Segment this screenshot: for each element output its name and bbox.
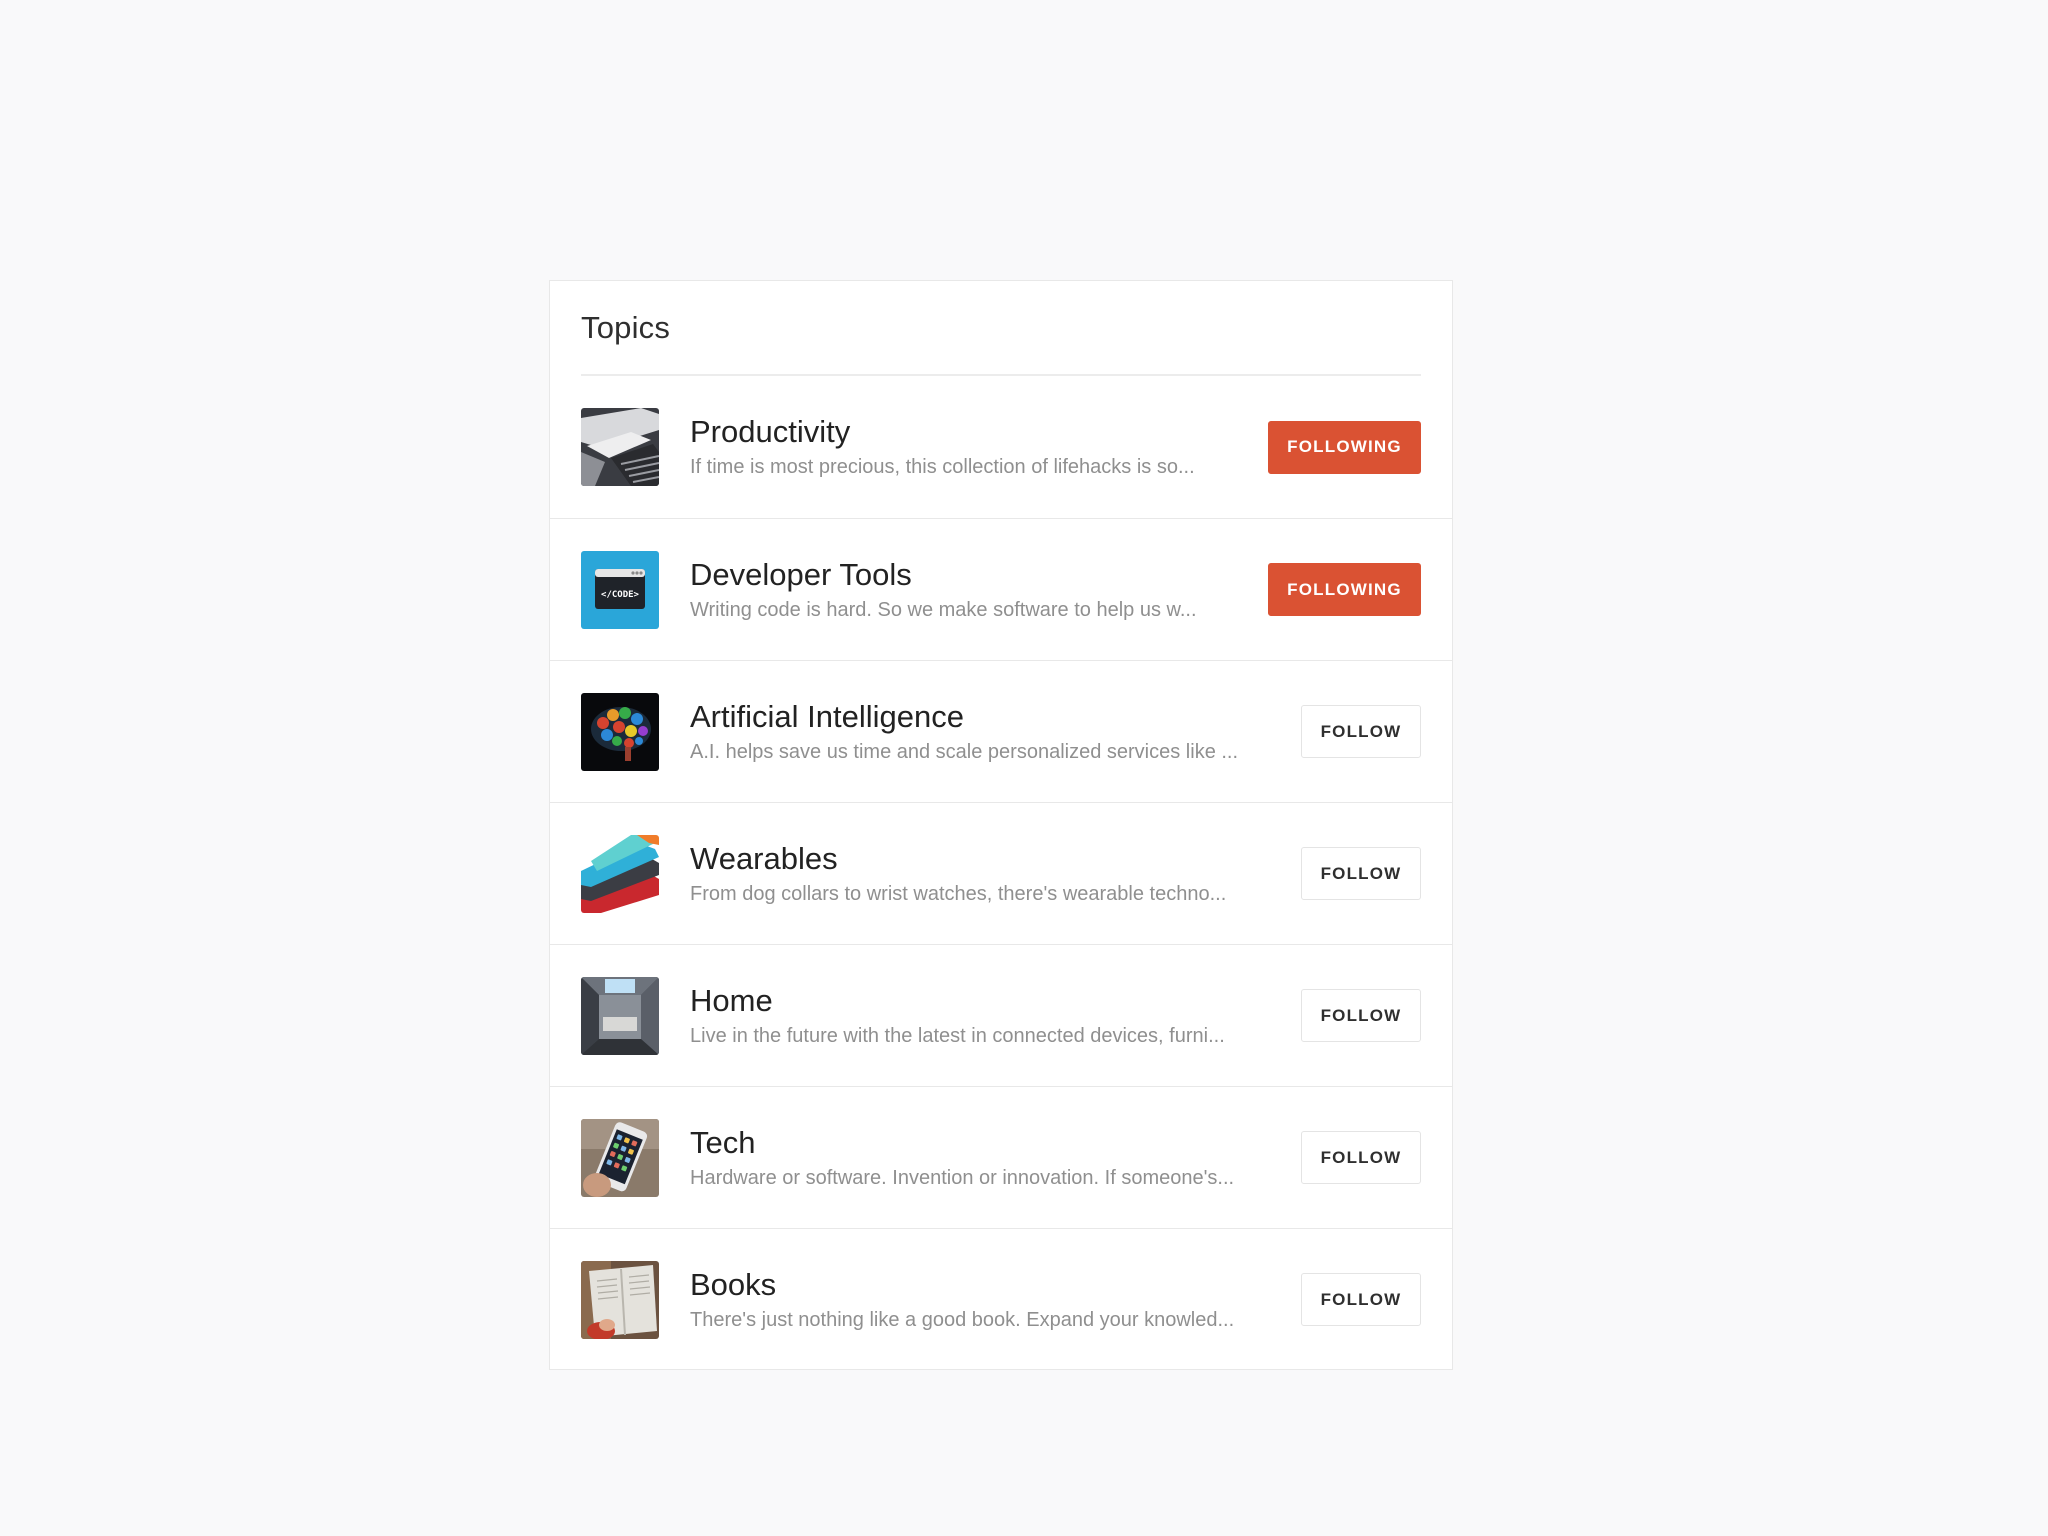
code-thumbnail-text: </CODE> xyxy=(601,590,640,600)
topic-name[interactable]: Books xyxy=(690,1266,1279,1304)
wearables-thumbnail[interactable] xyxy=(581,834,659,913)
topic-text: Tech Hardware or software. Invention or … xyxy=(690,1124,1279,1192)
follow-button[interactable]: FOLLOW xyxy=(1301,847,1421,900)
topic-text: Books There's just nothing like a good b… xyxy=(690,1266,1279,1334)
topic-text: Wearables From dog collars to wrist watc… xyxy=(690,840,1279,908)
page-title: Topics xyxy=(581,309,671,345)
artificial-intelligence-thumbnail[interactable] xyxy=(581,692,659,771)
books-thumbnail[interactable] xyxy=(581,1260,659,1339)
topic-row-developer-tools: </CODE> Developer Tools Writing code is … xyxy=(550,518,1452,660)
topic-list: Productivity If time is most precious, t… xyxy=(550,376,1452,1370)
topic-text: Artificial Intelligence A.I. helps save … xyxy=(690,698,1279,766)
developer-tools-thumbnail[interactable]: </CODE> xyxy=(581,550,659,629)
topic-row-tech: Tech Hardware or software. Invention or … xyxy=(550,1086,1452,1228)
topic-name[interactable]: Wearables xyxy=(690,840,1279,878)
topic-row-productivity: Productivity If time is most precious, t… xyxy=(550,376,1452,518)
home-thumbnail[interactable] xyxy=(581,976,659,1055)
topic-text: Productivity If time is most precious, t… xyxy=(690,413,1246,481)
topic-name[interactable]: Developer Tools xyxy=(690,556,1246,594)
topic-description: A.I. helps save us time and scale person… xyxy=(690,740,1239,763)
topic-description: Hardware or software. Invention or innov… xyxy=(690,1166,1235,1189)
topic-row-books: Books There's just nothing like a good b… xyxy=(550,1228,1452,1370)
topic-description: Live in the future with the latest in co… xyxy=(690,1024,1225,1047)
topic-name[interactable]: Home xyxy=(690,982,1279,1020)
follow-button[interactable]: FOLLOW xyxy=(1301,705,1421,758)
topic-row-home: Home Live in the future with the latest … xyxy=(550,944,1452,1086)
topic-name[interactable]: Tech xyxy=(690,1124,1279,1162)
topic-description: There's just nothing like a good book. E… xyxy=(690,1308,1235,1331)
topic-row-artificial-intelligence: Artificial Intelligence A.I. helps save … xyxy=(550,660,1452,802)
topic-name[interactable]: Artificial Intelligence xyxy=(690,698,1279,736)
following-button[interactable]: FOLLOWING xyxy=(1268,563,1421,616)
topic-text: Home Live in the future with the latest … xyxy=(690,982,1279,1050)
topic-description: From dog collars to wrist watches, there… xyxy=(690,882,1227,905)
topic-name[interactable]: Productivity xyxy=(690,413,1246,451)
topic-text: Developer Tools Writing code is hard. So… xyxy=(690,556,1246,624)
follow-button[interactable]: FOLLOW xyxy=(1301,1273,1421,1326)
topics-card: Topics Productivity If time is most prec… xyxy=(549,280,1453,1370)
follow-button[interactable]: FOLLOW xyxy=(1301,989,1421,1042)
tech-thumbnail[interactable] xyxy=(581,1118,659,1197)
following-button[interactable]: FOLLOWING xyxy=(1268,420,1421,474)
topic-row-wearables: Wearables From dog collars to wrist watc… xyxy=(550,802,1452,944)
topic-description: Writing code is hard. So we make softwar… xyxy=(690,598,1197,621)
productivity-thumbnail[interactable] xyxy=(581,408,659,486)
follow-button[interactable]: FOLLOW xyxy=(1301,1131,1421,1184)
topics-header: Topics xyxy=(581,281,1421,376)
topic-description: If time is most precious, this collectio… xyxy=(690,456,1195,478)
